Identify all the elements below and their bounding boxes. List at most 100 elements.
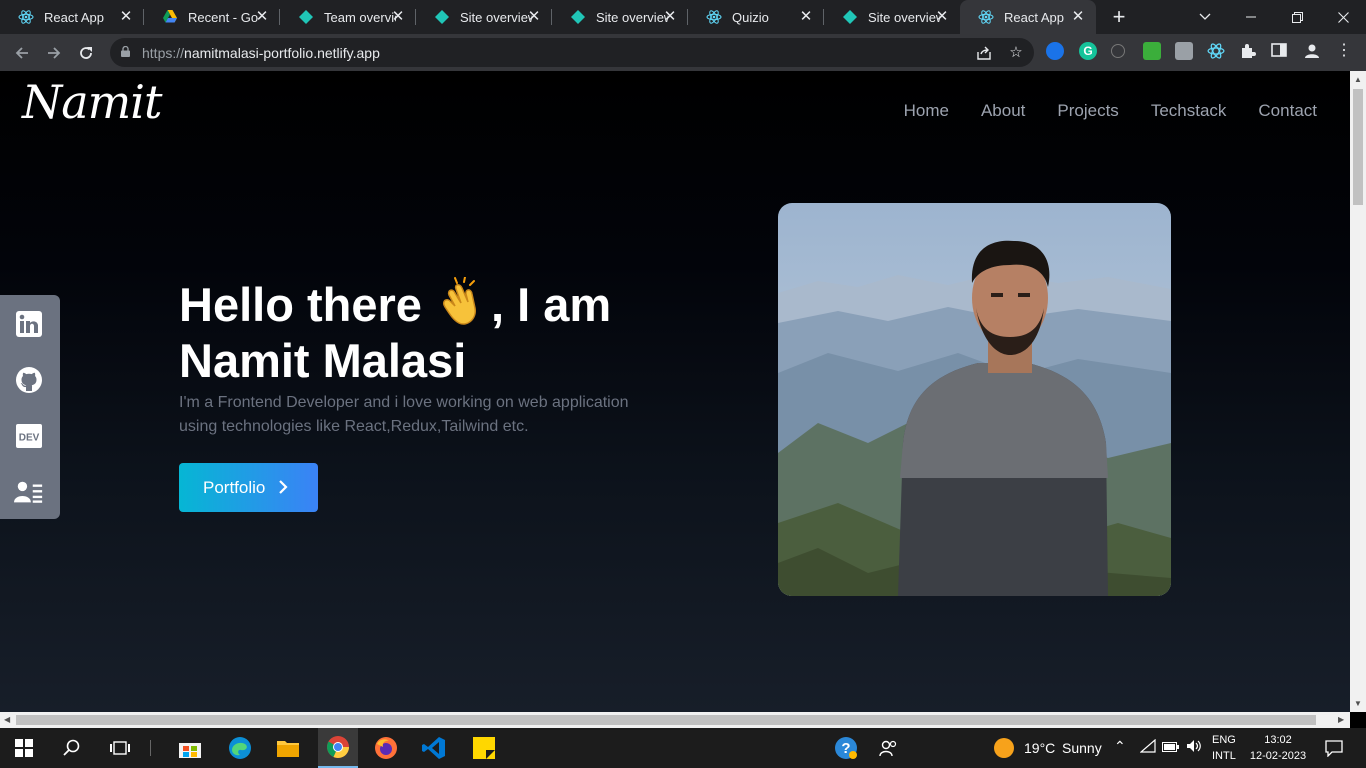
- edge-icon[interactable]: [226, 734, 254, 762]
- netlify-icon: [842, 9, 858, 25]
- scroll-down-icon[interactable]: ▼: [1354, 699, 1362, 709]
- scroll-right-icon[interactable]: ▶: [1338, 715, 1344, 725]
- browser-toolbar: https://namitmalasi-portfolio.netlify.ap…: [0, 34, 1366, 71]
- volume-icon[interactable]: [1186, 739, 1202, 756]
- sticky-notes-icon[interactable]: [470, 734, 498, 762]
- dev-icon[interactable]: DEV: [14, 421, 44, 451]
- clock[interactable]: 13:02 12-02-2023: [1244, 732, 1312, 764]
- arrow-left-icon: [15, 47, 28, 59]
- hero-heading: Hello there , I am Namit Malasi: [179, 276, 739, 385]
- notifications-icon[interactable]: [1320, 734, 1348, 762]
- tab-google-drive[interactable]: Recent - Google Drive ✕: [144, 0, 280, 34]
- forward-button[interactable]: [42, 41, 66, 65]
- react-devtools-icon[interactable]: [1207, 42, 1225, 60]
- tab-title: Team overview: [324, 9, 396, 25]
- vertical-scroll-thumb[interactable]: [1353, 89, 1363, 205]
- chrome-taskbar-icon[interactable]: [318, 728, 358, 768]
- side-panel-icon[interactable]: [1271, 42, 1289, 60]
- close-tab-icon[interactable]: ✕: [254, 9, 270, 25]
- nav-home[interactable]: Home: [904, 101, 949, 121]
- tab-site-overview[interactable]: Site overview ✕: [824, 0, 960, 34]
- close-tab-icon[interactable]: ✕: [934, 9, 950, 25]
- puzzle-icon[interactable]: [1239, 42, 1257, 60]
- grammarly-icon[interactable]: G: [1079, 42, 1097, 60]
- minimize-button[interactable]: [1228, 0, 1274, 34]
- cors-extension-icon[interactable]: [1143, 42, 1161, 60]
- tab-react-app[interactable]: React App ✕: [0, 0, 144, 34]
- scroll-left-icon[interactable]: ◀: [4, 715, 10, 725]
- portfolio-button-label: Portfolio: [203, 477, 266, 497]
- microsoft-store-icon[interactable]: [176, 734, 204, 762]
- vscode-icon[interactable]: [420, 734, 448, 762]
- input-language[interactable]: ENG INTL: [1212, 732, 1236, 764]
- hero-greeting: Hello there: [179, 278, 422, 331]
- search-icon[interactable]: [58, 734, 86, 762]
- tab-react-app-active[interactable]: React App ✕: [960, 0, 1096, 34]
- reload-icon: [80, 47, 92, 59]
- close-tab-icon[interactable]: ✕: [526, 9, 542, 25]
- profile-photo: [778, 203, 1171, 596]
- lock-icon: [121, 46, 130, 57]
- tab-title: Site overview: [460, 9, 532, 25]
- linkedin-icon[interactable]: [14, 309, 44, 339]
- chevron-up-icon[interactable]: ⌃: [1114, 738, 1126, 755]
- share-icon[interactable]: [974, 43, 994, 63]
- help-icon[interactable]: ?: [832, 734, 860, 762]
- profile-icon[interactable]: [1303, 42, 1321, 60]
- netlify-icon: [434, 9, 450, 25]
- tab-quizio[interactable]: Quizio ✕: [688, 0, 824, 34]
- address-bar[interactable]: https://namitmalasi-portfolio.netlify.ap…: [110, 38, 1034, 67]
- close-icon: [1337, 11, 1349, 23]
- weather-description[interactable]: Sunny: [1062, 740, 1102, 756]
- nav-contact[interactable]: Contact: [1258, 101, 1317, 121]
- close-window-button[interactable]: [1320, 0, 1366, 34]
- horizontal-scroll-thumb[interactable]: [16, 715, 1316, 725]
- close-tab-icon[interactable]: ✕: [662, 9, 678, 25]
- file-explorer-icon[interactable]: [274, 734, 302, 762]
- arrow-right-icon: [48, 47, 61, 59]
- clock-date: 12-02-2023: [1249, 750, 1307, 762]
- extension-radio-icon[interactable]: [1111, 44, 1125, 58]
- people-icon[interactable]: [874, 734, 902, 762]
- chevron-down-icon: [1199, 13, 1211, 20]
- tab-search-button[interactable]: [1182, 0, 1228, 34]
- new-tab-button[interactable]: +: [1108, 6, 1130, 28]
- tab-title: Site overview: [868, 9, 940, 25]
- reload-button[interactable]: [74, 41, 98, 65]
- back-button[interactable]: [10, 41, 34, 65]
- weather-temperature[interactable]: 19°C: [1024, 740, 1055, 756]
- github-icon[interactable]: [14, 365, 44, 395]
- vertical-scrollbar[interactable]: ▲ ▼: [1350, 71, 1366, 712]
- close-tab-icon[interactable]: ✕: [118, 9, 134, 25]
- tab-site-overview[interactable]: Site overview ✕: [416, 0, 552, 34]
- tab-strip: React App ✕ Recent - Google Drive ✕ Team…: [0, 0, 1366, 34]
- more-menu-icon[interactable]: ⋮: [1335, 42, 1353, 60]
- tab-site-overview[interactable]: Site overview ✕: [552, 0, 688, 34]
- nav-techstack[interactable]: Techstack: [1151, 101, 1227, 121]
- restore-button[interactable]: [1274, 0, 1320, 34]
- site-logo[interactable]: Namit: [22, 75, 162, 129]
- battery-icon[interactable]: [1162, 740, 1180, 756]
- close-tab-icon[interactable]: ✕: [798, 9, 814, 25]
- weather-sun-icon[interactable]: [990, 734, 1018, 762]
- url-text: https://namitmalasi-portfolio.netlify.ap…: [142, 45, 380, 61]
- bookmark-star-icon[interactable]: ☆: [1006, 43, 1026, 63]
- social-links-bar: DEV: [0, 295, 60, 519]
- windows-start-icon[interactable]: [10, 734, 38, 762]
- nav-about[interactable]: About: [981, 101, 1025, 121]
- network-icon[interactable]: [1139, 738, 1156, 756]
- extension-gray-icon[interactable]: [1175, 42, 1193, 60]
- scroll-up-icon[interactable]: ▲: [1354, 75, 1362, 85]
- nav-projects[interactable]: Projects: [1057, 101, 1118, 121]
- tab-title: React App: [1004, 9, 1064, 25]
- tab-team-overview[interactable]: Team overview ✕: [280, 0, 416, 34]
- chevron-right-icon: [279, 480, 288, 494]
- contact-card-icon[interactable]: [14, 477, 44, 507]
- task-view-icon[interactable]: [106, 734, 134, 762]
- portfolio-button[interactable]: Portfolio: [179, 463, 318, 512]
- close-tab-icon[interactable]: ✕: [390, 9, 406, 25]
- firefox-icon[interactable]: [372, 734, 400, 762]
- horizontal-scrollbar[interactable]: ◀ ▶: [0, 712, 1350, 728]
- extension-blue-icon[interactable]: [1046, 42, 1064, 60]
- close-tab-icon[interactable]: ✕: [1070, 9, 1086, 25]
